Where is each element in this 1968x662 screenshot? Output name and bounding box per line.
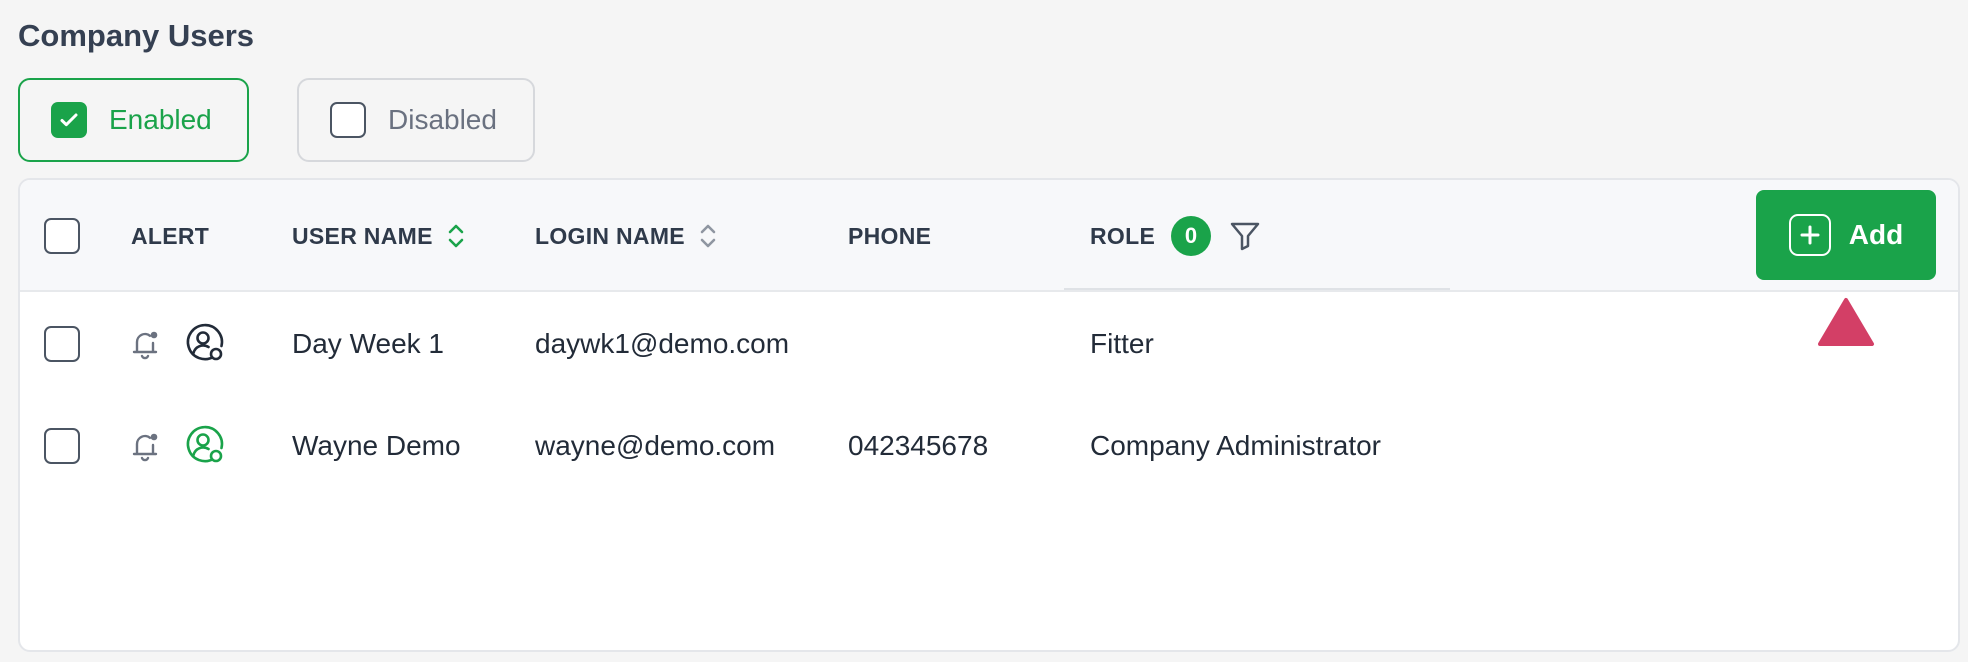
phone-cell: 042345678 [848,430,989,461]
plus-icon [1788,214,1831,256]
sort-icon[interactable] [447,223,465,249]
enabled-label: Enabled [109,104,212,135]
phone-column-header: PHONE [848,180,931,292]
alert-header-label: ALERT [131,222,210,249]
role-cell: Fitter [1090,328,1154,359]
disabled-checkbox[interactable] [330,102,366,138]
add-user-button[interactable]: Add [1756,190,1936,280]
row-checkbox[interactable] [44,428,80,464]
login-name-cell: daywk1@demo.com [535,328,790,359]
login-name-cell: wayne@demo.com [535,430,776,461]
alert-column-header: ALERT [131,180,209,292]
table-row[interactable]: Wayne Demo wayne@demo.com 042345678 Comp… [20,395,1958,497]
sort-icon[interactable] [699,223,717,249]
phone-header-label: PHONE [848,222,932,249]
role-column-header[interactable]: ROLE 0 [1090,180,1261,292]
enabled-checkbox[interactable] [51,102,87,138]
select-all-checkbox[interactable] [44,218,80,254]
row-checkbox[interactable] [44,326,80,362]
bell-icon[interactable] [128,327,162,361]
login-name-header-label: LOGIN NAME [535,222,685,249]
enabled-filter-toggle[interactable]: Enabled [18,78,249,162]
user-name-column-header[interactable]: USER NAME [292,180,465,292]
role-column-divider [1064,288,1450,290]
table-header: ALERT USER NAME LOGIN NAME PHONE ROLE 0 [20,180,1958,292]
role-cell: Company Administrator [1090,430,1382,461]
role-filter-count-badge: 0 [1171,216,1212,256]
user-name-cell: Day Week 1 [292,328,444,359]
disabled-label: Disabled [388,104,497,135]
login-name-column-header[interactable]: LOGIN NAME [535,180,717,292]
page-title: Company Users [18,18,255,53]
check-icon [60,113,78,127]
table-row[interactable]: Day Week 1 daywk1@demo.com Fitter [20,293,1958,395]
disabled-filter-toggle[interactable]: Disabled [297,78,535,162]
add-button-label: Add [1848,219,1904,250]
user-name-cell: Wayne Demo [292,430,461,461]
users-table: ALERT USER NAME LOGIN NAME PHONE ROLE 0 [18,178,1960,652]
user-status-icon[interactable] [184,322,226,364]
user-status-icon[interactable] [184,424,226,466]
user-name-header-label: USER NAME [292,222,433,249]
filter-icon[interactable] [1229,221,1261,251]
bell-icon[interactable] [128,429,162,463]
warning-triangle-icon [1816,296,1876,353]
role-header-label: ROLE [1090,222,1156,249]
